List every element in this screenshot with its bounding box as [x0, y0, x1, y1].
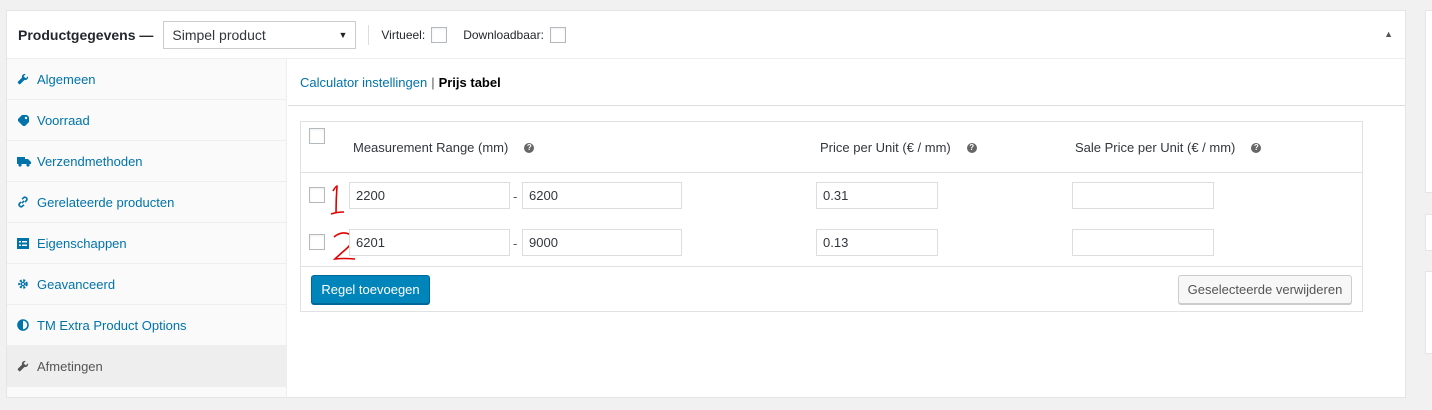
- row-checkbox[interactable]: [309, 234, 325, 250]
- sidebar-item-label: Geavanceerd: [37, 276, 116, 292]
- virtual-checkbox[interactable]: [431, 26, 448, 43]
- contrast-icon: [17, 319, 37, 331]
- price-input[interactable]: 0.13: [816, 229, 938, 256]
- side-metabox-edge: [1425, 214, 1432, 251]
- sidebar-item-dimensions[interactable]: Afmetingen: [7, 346, 286, 387]
- gear-icon: [17, 278, 37, 290]
- panel-title: Productgegevens —: [18, 26, 154, 43]
- sidebar-item-attributes[interactable]: Eigenschappen: [7, 223, 286, 264]
- range-separator: -: [513, 236, 518, 251]
- table-row: 2200 - 6200 0.31: [301, 182, 1362, 215]
- chevron-down-icon: ▼: [338, 29, 348, 40]
- panel-header: Productgegevens — Simpel product ▼ Virtu…: [7, 11, 1405, 59]
- table-row: 6201 - 9000 0.13: [301, 229, 1362, 261]
- column-header-price: Price per Unit (€ / mm) ?: [820, 140, 977, 155]
- tab-content: Calculator instellingen | Prijs tabel Me…: [288, 59, 1405, 397]
- tag-icon: [17, 114, 37, 126]
- collapse-arrow-icon[interactable]: ▲: [1384, 29, 1393, 39]
- header-divider: [368, 24, 370, 45]
- select-all-checkbox[interactable]: [309, 128, 325, 144]
- sidebar-item-label: Voorraad: [37, 112, 90, 128]
- wrench-icon: [17, 360, 37, 372]
- table-header: Measurement Range (mm) ? Price per Unit …: [301, 122, 1362, 173]
- range-to-input[interactable]: 6200: [522, 182, 682, 209]
- sidebar-item-label: TM Extra Product Options: [37, 317, 187, 333]
- sidebar-item-tm-extra-options[interactable]: TM Extra Product Options: [7, 305, 286, 346]
- sidebar-item-label: Verzendmethoden: [37, 153, 143, 169]
- truck-icon: [17, 156, 37, 167]
- price-table-tab[interactable]: Prijs tabel: [439, 75, 501, 90]
- help-icon[interactable]: ?: [1251, 142, 1262, 153]
- sidebar-item-linked-products[interactable]: Gerelateerde producten: [7, 182, 286, 223]
- range-from-input[interactable]: 6201: [349, 229, 510, 256]
- product-data-panel: Productgegevens — Simpel product ▼ Virtu…: [6, 10, 1406, 398]
- subnav-separator: |: [431, 74, 435, 90]
- column-header-range: Measurement Range (mm) ?: [353, 140, 535, 155]
- product-data-tabs: Algemeen Voorraad Verzendmethoden Gerela…: [7, 59, 287, 397]
- sale-price-input[interactable]: [1072, 229, 1214, 256]
- list-icon: [17, 237, 37, 249]
- side-metabox-edge: [1425, 10, 1432, 193]
- handwritten-annotation-1: [330, 185, 345, 215]
- sale-price-input[interactable]: [1072, 182, 1214, 209]
- sidebar-item-general[interactable]: Algemeen: [7, 59, 286, 100]
- sidebar-item-advanced[interactable]: Geavanceerd: [7, 264, 286, 305]
- calculator-settings-link[interactable]: Calculator instellingen: [300, 75, 427, 90]
- range-from-input[interactable]: 2200: [349, 182, 510, 209]
- row-checkbox[interactable]: [309, 187, 325, 203]
- sidebar-item-label: Eigenschappen: [37, 235, 127, 251]
- product-type-value: Simpel product: [172, 26, 266, 43]
- range-to-input[interactable]: 9000: [522, 229, 682, 256]
- column-header-sale-price: Sale Price per Unit (€ / mm) ?: [1075, 140, 1262, 155]
- downloadable-label: Downloadbaar:: [463, 27, 544, 42]
- table-footer: Regel toevoegen Geselecteerde verwijdere…: [301, 266, 1362, 311]
- sidebar-item-label: Gerelateerde producten: [37, 194, 175, 210]
- help-icon[interactable]: ?: [966, 142, 977, 153]
- delete-selected-button[interactable]: Geselecteerde verwijderen: [1178, 275, 1352, 304]
- subnav: Calculator instellingen | Prijs tabel: [288, 59, 1405, 106]
- sidebar-item-inventory[interactable]: Voorraad: [7, 100, 286, 141]
- link-icon: [17, 196, 37, 208]
- range-separator: -: [513, 189, 518, 204]
- downloadable-checkbox[interactable]: [549, 26, 566, 43]
- sidebar-item-label: Afmetingen: [37, 358, 103, 374]
- side-metabox-edge: [1425, 271, 1432, 354]
- add-row-button[interactable]: Regel toevoegen: [311, 275, 430, 304]
- product-type-select[interactable]: Simpel product ▼: [163, 20, 357, 49]
- pricing-table: Measurement Range (mm) ? Price per Unit …: [300, 121, 1363, 312]
- virtual-label: Virtueel:: [381, 27, 426, 42]
- help-icon[interactable]: ?: [524, 142, 535, 153]
- sidebar-item-shipping[interactable]: Verzendmethoden: [7, 141, 286, 182]
- wrench-icon: [17, 73, 37, 85]
- sidebar-item-label: Algemeen: [37, 71, 96, 87]
- price-input[interactable]: 0.31: [816, 182, 938, 209]
